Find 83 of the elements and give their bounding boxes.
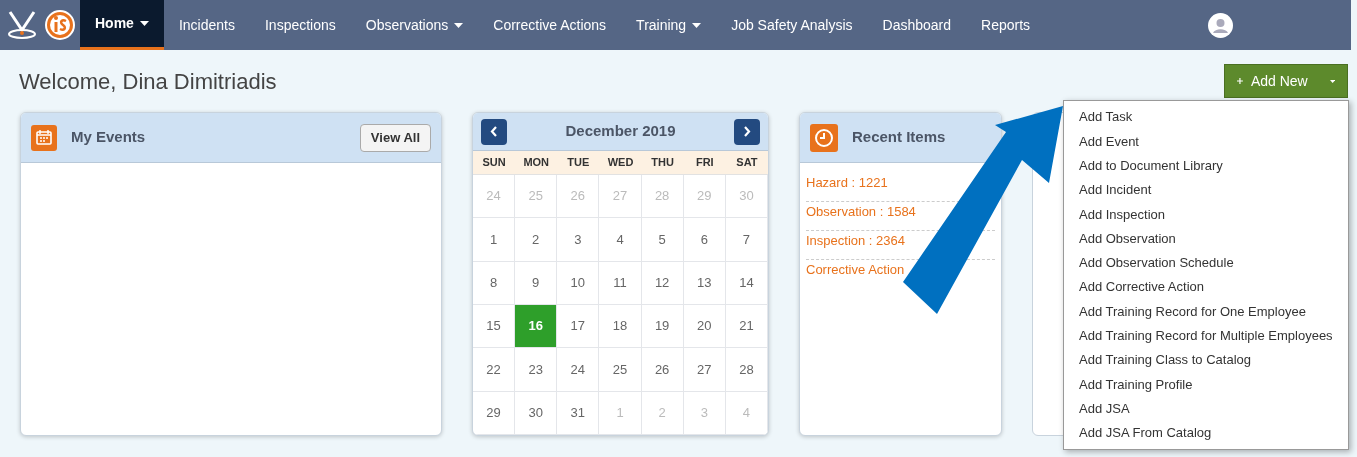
day-cell[interactable]: 13 [683,261,726,305]
day-cell[interactable]: 18 [599,305,642,349]
menu-item[interactable]: Add Incident [1064,177,1348,203]
weekday-label: THU [650,155,675,171]
chevron-left-icon [490,126,498,137]
clock-icon [810,123,838,152]
menu-item[interactable]: Add Task [1064,105,1348,130]
plus-icon [1237,76,1243,86]
logo-icon [44,9,76,41]
day-cell[interactable]: 5 [641,218,684,262]
day-cell[interactable]: 9 [515,261,558,305]
day-cell[interactable]: 26 [641,348,684,392]
nav-tab[interactable]: Observations [350,0,479,50]
day-cell[interactable]: 10 [557,261,600,305]
nav-tab[interactable]: Home [80,0,164,50]
day-cell[interactable]: 12 [641,261,684,305]
day-cell[interactable]: 23 [515,348,558,392]
menu-item[interactable]: Add Training Profile [1064,372,1348,397]
day-cell[interactable]: 8 [473,261,516,305]
previous-month-button[interactable] [481,118,507,145]
view-all-button[interactable]: View All [359,123,431,152]
weekday-label: SUN [481,155,507,171]
menu-item[interactable]: Add JSA From Catalog [1064,420,1348,446]
day-cell[interactable]: 28 [725,348,768,392]
day-cell[interactable]: 3 [557,218,600,262]
add-new-button[interactable]: Add New [1224,64,1348,98]
recent-item-link[interactable]: Observation : 1584 [806,202,916,222]
weekday-label: SAT [735,155,759,171]
menu-item[interactable]: Add to Document Library [1064,153,1348,178]
day-cell[interactable]: 4 [599,218,642,262]
month-title: December 2019 [565,121,676,142]
avatar-icon[interactable] [1208,12,1233,38]
day-cell[interactable]: 22 [473,348,516,392]
day-cell[interactable]: 2 [515,218,558,262]
nav-tab[interactable]: Incidents [163,0,250,50]
nav-tab[interactable]: Corrective Actions [478,0,622,50]
weekday-label: TUE [566,155,591,171]
card-title: Recent Items [852,127,946,148]
menu-item[interactable]: Add Observation Schedule [1064,250,1348,276]
day-cell[interactable]: 24 [557,348,600,392]
caret-icon [454,22,464,28]
nav-tab[interactable]: Dashboard [867,0,967,50]
weekday-label: FRI [694,155,715,171]
day-cell[interactable]: 21 [725,305,768,349]
day-cell[interactable]: 7 [725,218,768,262]
menu-item[interactable]: Add Training Class to Catalog [1064,347,1348,373]
day-cell[interactable]: 11 [599,261,642,305]
day-cell[interactable]: 16 [515,305,558,349]
weekday-label: MON [522,155,551,171]
day-cell[interactable]: 20 [683,305,726,349]
nav-tab[interactable]: Reports [966,0,1046,50]
day-cell[interactable]: 17 [557,305,600,349]
menu-item[interactable]: Add Event [1064,129,1348,154]
day-cell[interactable]: 31 [557,391,600,435]
menu-item[interactable]: Add JSA [1064,396,1348,421]
nav-tab[interactable]: Job Safety Analysis [716,0,868,50]
recent-item-link[interactable]: Inspection : 2364 [806,231,906,251]
day-cell[interactable]: 19 [641,305,684,349]
caret-icon [139,21,149,26]
day-cell[interactable]: 14 [725,261,768,305]
day-cell[interactable]: 27 [683,348,726,392]
weekday-label: WED [606,155,635,171]
next-month-button[interactable] [734,118,760,145]
caret-icon [1329,78,1335,84]
card-title: My Events [71,127,146,148]
recent-item-link[interactable]: Corrective Action [806,260,905,280]
caret-icon [692,22,702,28]
menu-item[interactable]: Add Inspection [1064,202,1348,227]
menu-item[interactable]: Add Corrective Action [1064,275,1348,300]
day-cell[interactable]: 6 [683,218,726,262]
menu-item[interactable]: Add Training Record for One Employee [1064,299,1348,324]
menu-item[interactable]: Add Training Record for Multiple Employees [1064,323,1348,348]
chevron-right-icon [743,126,751,137]
nav-tab[interactable]: Training [621,0,717,50]
day-cell[interactable]: 30 [515,391,558,435]
calendar-icon [31,124,57,151]
welcome-heading: Welcome, Dina Dimitriadis [19,67,277,96]
day-cell[interactable]: 1 [473,218,516,262]
day-cell[interactable]: 29 [473,391,516,435]
day-cell[interactable]: 25 [599,348,642,392]
menu-item[interactable]: Add Observation [1064,226,1348,251]
recent-item-link[interactable]: Hazard : 1221 [806,173,888,193]
nav-tab[interactable]: Inspections [249,0,351,50]
